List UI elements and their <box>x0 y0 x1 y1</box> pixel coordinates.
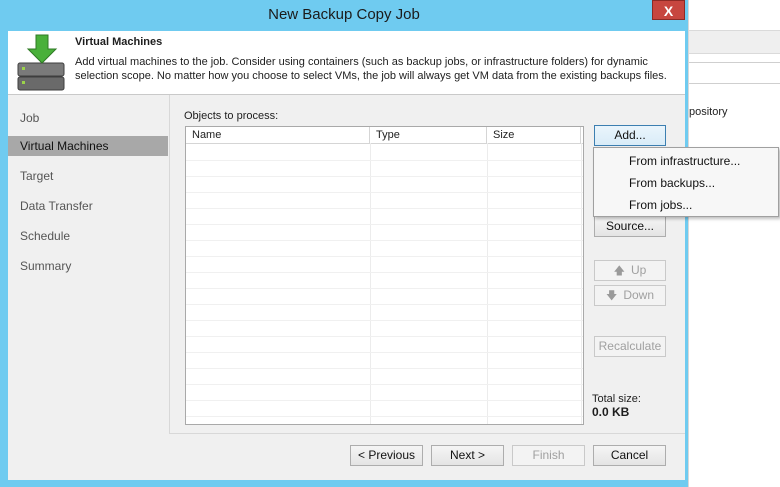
nav-item-job[interactable]: Job <box>8 108 168 128</box>
up-arrow-icon: 🡅 <box>613 265 625 277</box>
nav-item-data-transfer[interactable]: Data Transfer <box>8 196 168 216</box>
dialog-client-area: Virtual Machines Add virtual machines to… <box>8 31 685 480</box>
wizard-step-description: Add virtual machines to the job. Conside… <box>75 56 667 82</box>
grid-row-line <box>186 384 583 385</box>
nav-item-virtual-machines[interactable]: Virtual Machines <box>8 136 168 156</box>
title-bar[interactable]: New Backup Copy Job X <box>0 0 688 30</box>
close-button[interactable]: X <box>652 0 685 20</box>
wizard-header: Virtual Machines Add virtual machines to… <box>8 31 685 95</box>
objects-list[interactable]: Name Type Size <box>185 126 584 425</box>
grid-row-line <box>186 320 583 321</box>
footer-divider <box>169 433 685 434</box>
total-size-value: 0.0 KB <box>592 405 630 419</box>
add-button[interactable]: Add... <box>594 125 666 146</box>
grid-row-line <box>186 400 583 401</box>
finish-button[interactable]: Finish <box>512 445 585 466</box>
column-header-name[interactable]: Name <box>186 127 370 143</box>
grid-row-line <box>186 176 583 177</box>
background-field-band <box>689 62 780 84</box>
cancel-button[interactable]: Cancel <box>593 445 666 466</box>
grid-row-line <box>186 272 583 273</box>
grid-row-line <box>186 224 583 225</box>
server-stack-with-down-arrow-icon <box>17 34 65 91</box>
objects-to-process-label: Objects to process: <box>184 110 279 122</box>
dialog-window: New Backup Copy Job X Virtual Machines A… <box>0 0 688 487</box>
down-button-label: Down <box>623 288 654 302</box>
grid-row-line <box>186 240 583 241</box>
background-toolbar-band <box>689 30 780 54</box>
total-size-label: Total size: <box>592 393 641 405</box>
nav-item-target[interactable]: Target <box>8 166 168 186</box>
grid-row-line <box>186 368 583 369</box>
grid-row-line <box>186 288 583 289</box>
column-header-type[interactable]: Type <box>370 127 487 143</box>
down-arrow-icon: 🡇 <box>606 290 618 302</box>
grid-row-line <box>186 256 583 257</box>
source-button[interactable]: Source... <box>594 216 666 237</box>
add-dropdown-menu: From infrastructure... From backups... F… <box>593 147 779 217</box>
background-window: pository <box>688 0 780 487</box>
column-header-size[interactable]: Size <box>487 127 581 143</box>
recalculate-button[interactable]: Recalculate <box>594 336 666 357</box>
nav-item-schedule[interactable]: Schedule <box>8 226 168 246</box>
grid-row-line <box>186 352 583 353</box>
menu-item-from-infrastructure[interactable]: From infrastructure... <box>594 150 778 172</box>
grid-row-line <box>186 208 583 209</box>
grid-row-line <box>186 416 583 417</box>
up-button-label: Up <box>630 263 647 277</box>
next-button[interactable]: Next > <box>431 445 504 466</box>
objects-list-header: Name Type Size <box>186 127 583 144</box>
column-divider <box>370 143 371 424</box>
grid-row-line <box>186 304 583 305</box>
previous-button[interactable]: < Previous <box>350 445 423 466</box>
wizard-steps-nav: Job Virtual Machines Target Data Transfe… <box>8 95 170 433</box>
grid-row-line <box>186 192 583 193</box>
window-title: New Backup Copy Job <box>268 6 420 23</box>
column-divider <box>487 143 488 424</box>
wizard-step-title: Virtual Machines <box>75 36 163 48</box>
background-text: pository <box>689 106 728 118</box>
grid-row-line <box>186 336 583 337</box>
column-divider <box>581 143 582 424</box>
grid-row-line <box>186 160 583 161</box>
menu-item-from-jobs[interactable]: From jobs... <box>594 194 778 216</box>
up-button[interactable]: 🡅 Up <box>594 260 666 281</box>
down-button[interactable]: 🡇 Down <box>594 285 666 306</box>
menu-item-from-backups[interactable]: From backups... <box>594 172 778 194</box>
nav-item-summary[interactable]: Summary <box>8 256 168 276</box>
